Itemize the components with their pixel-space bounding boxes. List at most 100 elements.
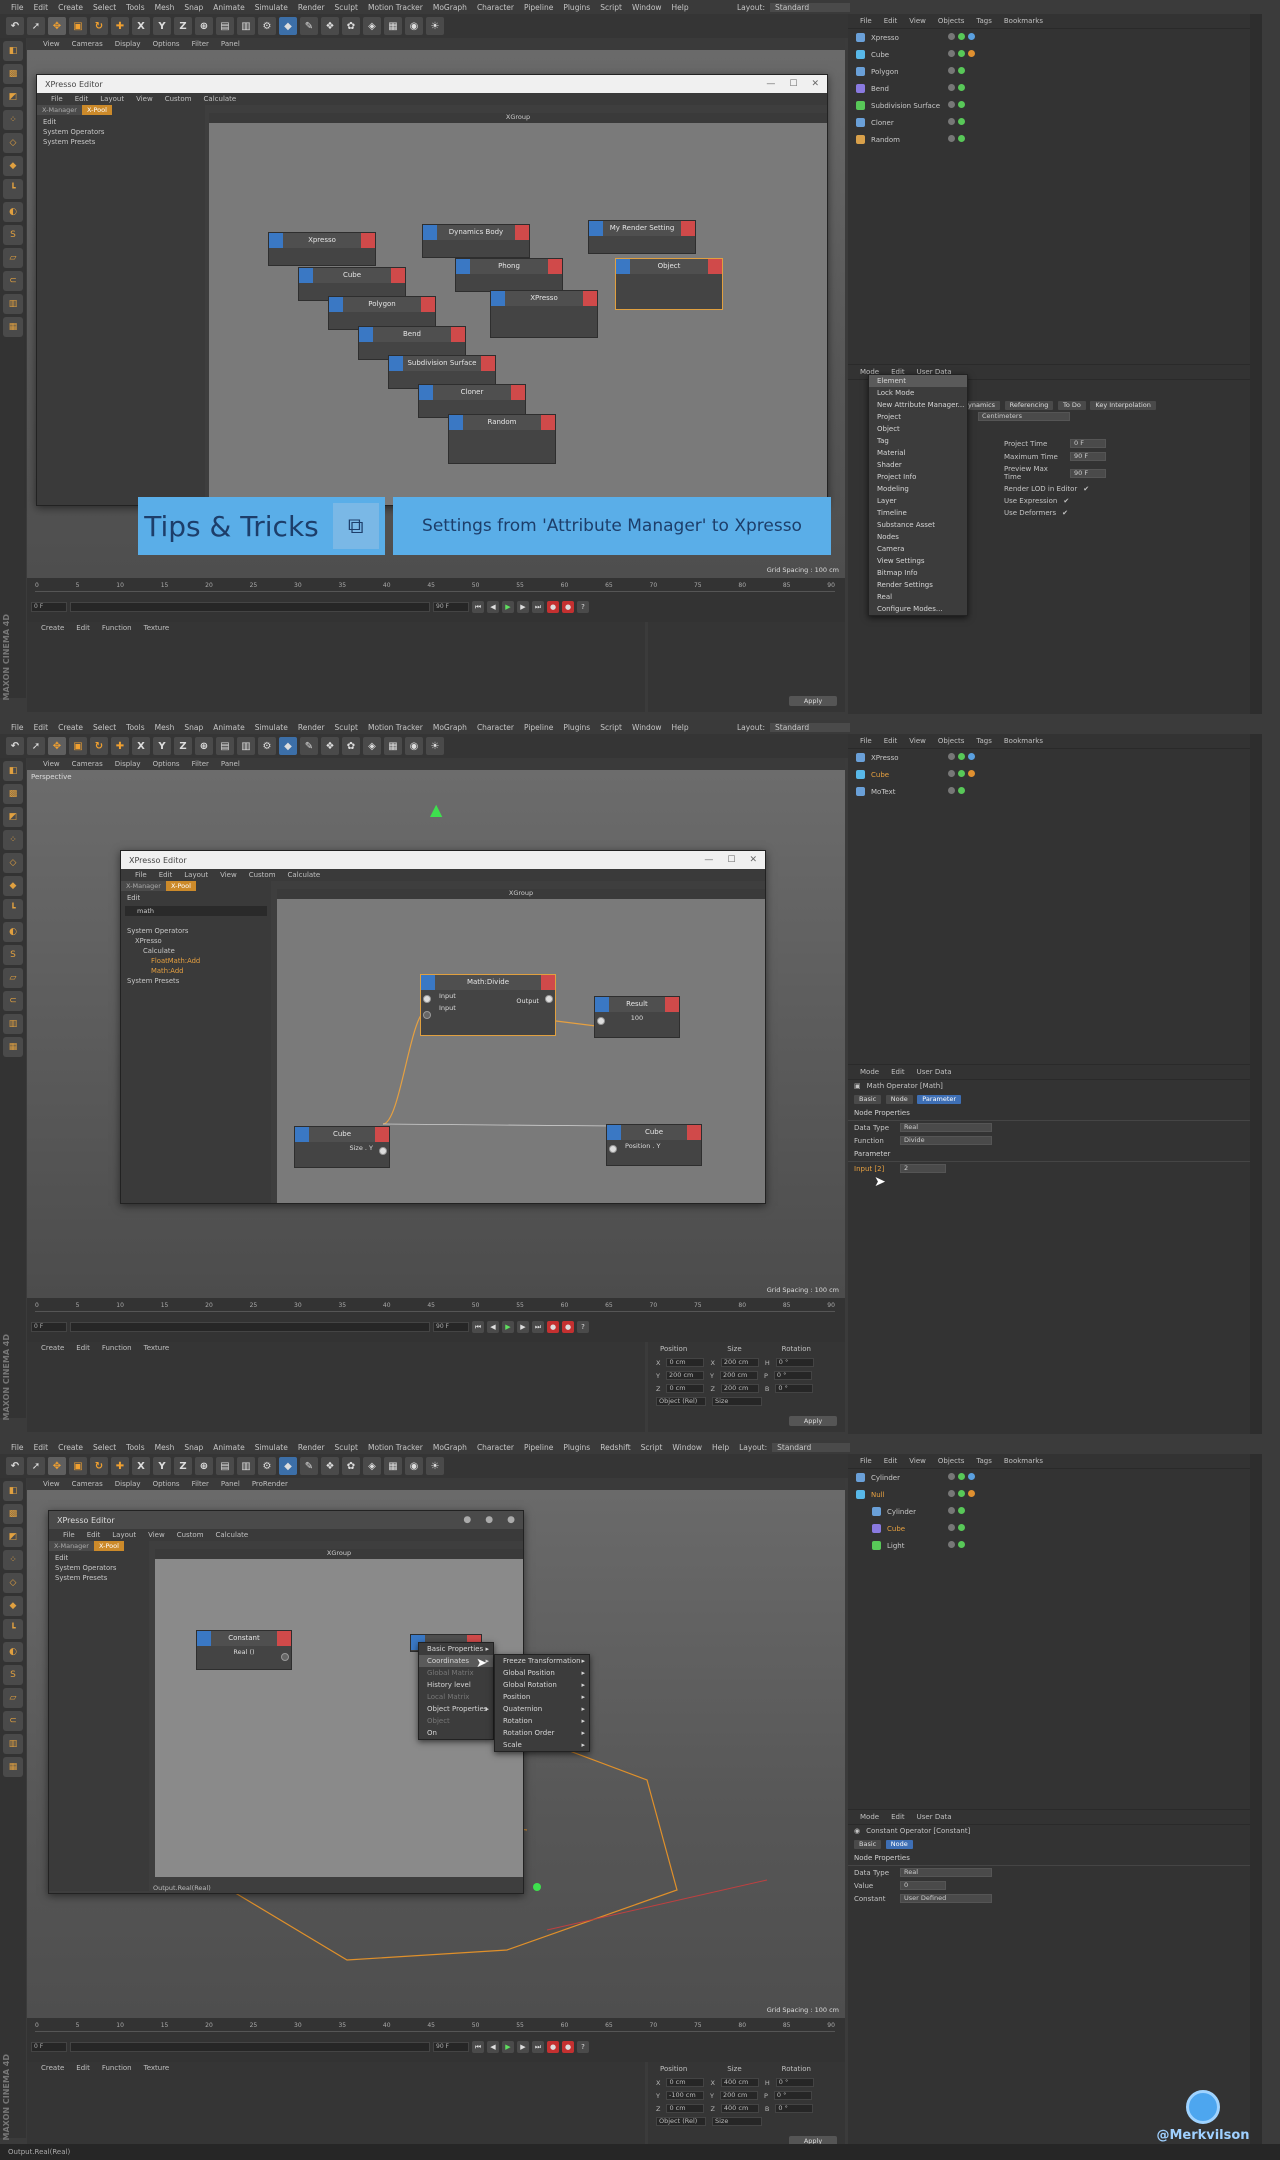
visibility-dot[interactable]	[948, 67, 955, 74]
object-menu-bookmarks[interactable]: Bookmarks	[998, 737, 1049, 745]
mode-menu-item-nodes[interactable]: Nodes	[869, 531, 967, 543]
scale-icon[interactable]: ▣	[69, 17, 87, 35]
material-menu-texture[interactable]: Texture	[138, 2064, 176, 2072]
go-to-start-icon[interactable]: ⏮	[472, 601, 484, 613]
subdivision-icon[interactable]: ❖	[321, 17, 339, 35]
viewport-menu-view[interactable]: View	[37, 40, 66, 48]
checkbox-check-icon[interactable]: ✔	[1083, 485, 1089, 493]
mode-menu-item-element[interactable]: Element	[869, 375, 967, 387]
visibility-dot[interactable]	[948, 50, 955, 57]
visibility-dot[interactable]	[948, 118, 955, 125]
object-menu-bookmarks[interactable]: Bookmarks	[998, 1457, 1049, 1465]
object-menu-file[interactable]: File	[854, 17, 878, 25]
enabled-check[interactable]	[958, 1541, 965, 1548]
node-cube-target[interactable]: Cube Position . Y	[606, 1124, 702, 1166]
mode-menu-item-view-settings[interactable]: View Settings	[869, 555, 967, 567]
enabled-check[interactable]	[958, 50, 965, 57]
tab-parameter[interactable]: Parameter	[917, 1095, 962, 1104]
visibility-dot[interactable]	[948, 1524, 955, 1531]
object-row-bend[interactable]: Bend	[848, 80, 1262, 97]
attr-menu-mode[interactable]: Mode	[854, 1068, 885, 1076]
material-menu-edit[interactable]: Edit	[70, 624, 96, 632]
context-item-on[interactable]: On	[419, 1727, 493, 1739]
material-menu-create[interactable]: Create	[35, 1344, 70, 1352]
side-tabs[interactable]	[1250, 1454, 1262, 2154]
xpresso-menu-layout[interactable]: Layout	[94, 95, 130, 103]
frame-slider[interactable]	[70, 2042, 430, 2052]
live-select-icon[interactable]: ➚	[27, 17, 45, 35]
move-icon[interactable]: ✥	[48, 17, 66, 35]
autokey-icon[interactable]: ●	[562, 2041, 574, 2053]
mode-menu-item-tag[interactable]: Tag	[869, 435, 967, 447]
object-row-xpresso[interactable]: XPresso	[848, 749, 1262, 766]
phong-tag-icon[interactable]	[968, 50, 975, 57]
timeline[interactable]: 0 5 10 15 20 25 30 35 40 45 50 55 60 65 70 75 80 85 90 0 F…	[27, 1298, 845, 1342]
prev-key-icon[interactable]: ◀	[487, 2041, 499, 2053]
submenu-item-global-rotation[interactable]: Global Rotation	[495, 1679, 589, 1691]
make-editable-icon[interactable]: ◧	[3, 41, 23, 61]
object-menu-view[interactable]: View	[903, 737, 932, 745]
object-menu-tags[interactable]: Tags	[970, 1457, 998, 1465]
go-to-start-icon[interactable]: ⏮	[472, 2041, 484, 2053]
context-item-local-matrix[interactable]: Local Matrix	[419, 1691, 493, 1703]
xpool-edit-menu[interactable]: Edit	[43, 117, 199, 127]
tab-node[interactable]: Node	[885, 1840, 913, 1849]
keyframe-selection-icon[interactable]: ?	[577, 601, 589, 613]
enabled-check[interactable]	[958, 101, 965, 108]
node-random[interactable]: Random	[448, 414, 556, 464]
tab-basic[interactable]: Basic	[854, 1840, 882, 1849]
context-item-object-properties[interactable]: Object Properties	[419, 1703, 493, 1715]
go-to-end-icon[interactable]: ⏭	[532, 2041, 544, 2053]
end-frame-field[interactable]: 90 F	[433, 1322, 469, 1332]
keyframe-selection-icon[interactable]: ?	[577, 1321, 589, 1333]
node-cloner[interactable]: Cloner	[418, 384, 526, 418]
mode-menu-item-modeling[interactable]: Modeling	[869, 483, 967, 495]
object-row-polygon[interactable]: Polygon	[848, 63, 1262, 80]
mode-menu-item-lock-mode[interactable]: Lock Mode	[869, 387, 967, 399]
mode-menu-item-real[interactable]: Real	[869, 591, 967, 603]
tweak-icon[interactable]: ◐	[3, 202, 23, 222]
node-phong[interactable]: Phong	[455, 258, 563, 292]
port-real[interactable]: Real ()	[197, 1646, 291, 1658]
mode-menu-item-render-settings[interactable]: Render Settings	[869, 579, 967, 591]
autokey-icon[interactable]: ●	[562, 1321, 574, 1333]
grid-icon[interactable]: ▦	[3, 317, 23, 337]
timeline-ruler[interactable]: 0 5 10 15 20 25 30 35 40 45 50 55 60 65 70 75 80 85 90	[35, 582, 835, 592]
light-icon[interactable]: ☀	[426, 17, 444, 35]
coord-field[interactable]: 0 cm	[666, 1384, 705, 1393]
context-item-basic-properties[interactable]: Basic Properties	[419, 1643, 493, 1655]
cloner-icon[interactable]: ✿	[342, 17, 360, 35]
enabled-check[interactable]	[958, 118, 965, 125]
submenu-item-scale[interactable]: Scale	[495, 1739, 589, 1751]
menu-sculpt[interactable]: Sculpt	[330, 3, 363, 12]
timeline[interactable]: 0 5 10 15 20 25 30 35 40 45 50 55 60 65 70 75 80 85 90 0 F…	[27, 2018, 845, 2062]
port-dot[interactable]	[379, 1147, 387, 1155]
port-dot[interactable]	[423, 995, 431, 1003]
tab-node[interactable]: Node	[885, 1095, 913, 1104]
menu-edit[interactable]: Edit	[29, 3, 54, 12]
record-icon[interactable]: ●	[547, 2041, 559, 2053]
points-mode-icon[interactable]: ⁘	[3, 110, 23, 130]
side-tabs[interactable]	[1250, 734, 1262, 1434]
material-menu-create[interactable]: Create	[35, 2064, 70, 2072]
menu-plugins[interactable]: Plugins	[558, 3, 595, 12]
port-dot[interactable]	[597, 1017, 605, 1025]
visibility-dot[interactable]	[948, 84, 955, 91]
xpresso-menu-edit[interactable]: Edit	[69, 95, 95, 103]
submenu-item-position[interactable]: Position	[495, 1691, 589, 1703]
submenu-item-rotation-order[interactable]: Rotation Order	[495, 1727, 589, 1739]
play-icon[interactable]: ▶	[502, 601, 514, 613]
apply-button[interactable]: Apply	[789, 1416, 837, 1426]
next-key-icon[interactable]: ▶	[517, 1321, 529, 1333]
enabled-check[interactable]	[958, 33, 965, 40]
size-mode-dropdown[interactable]: Size	[712, 2117, 762, 2126]
edges-mode-icon[interactable]: ◇	[3, 133, 23, 153]
attr-field-value[interactable]: 0 F	[1070, 439, 1106, 448]
render-view-icon[interactable]: ▤	[216, 17, 234, 35]
xpresso-tag-icon[interactable]	[968, 753, 975, 760]
y-axis-toggle[interactable]: Y	[153, 17, 171, 35]
model-mode-icon[interactable]: ▩	[3, 64, 23, 84]
object-row-cube[interactable]: Cube	[848, 766, 1262, 783]
object-row-cloner[interactable]: Cloner	[848, 114, 1262, 131]
xpresso-menu-file[interactable]: File	[45, 95, 69, 103]
